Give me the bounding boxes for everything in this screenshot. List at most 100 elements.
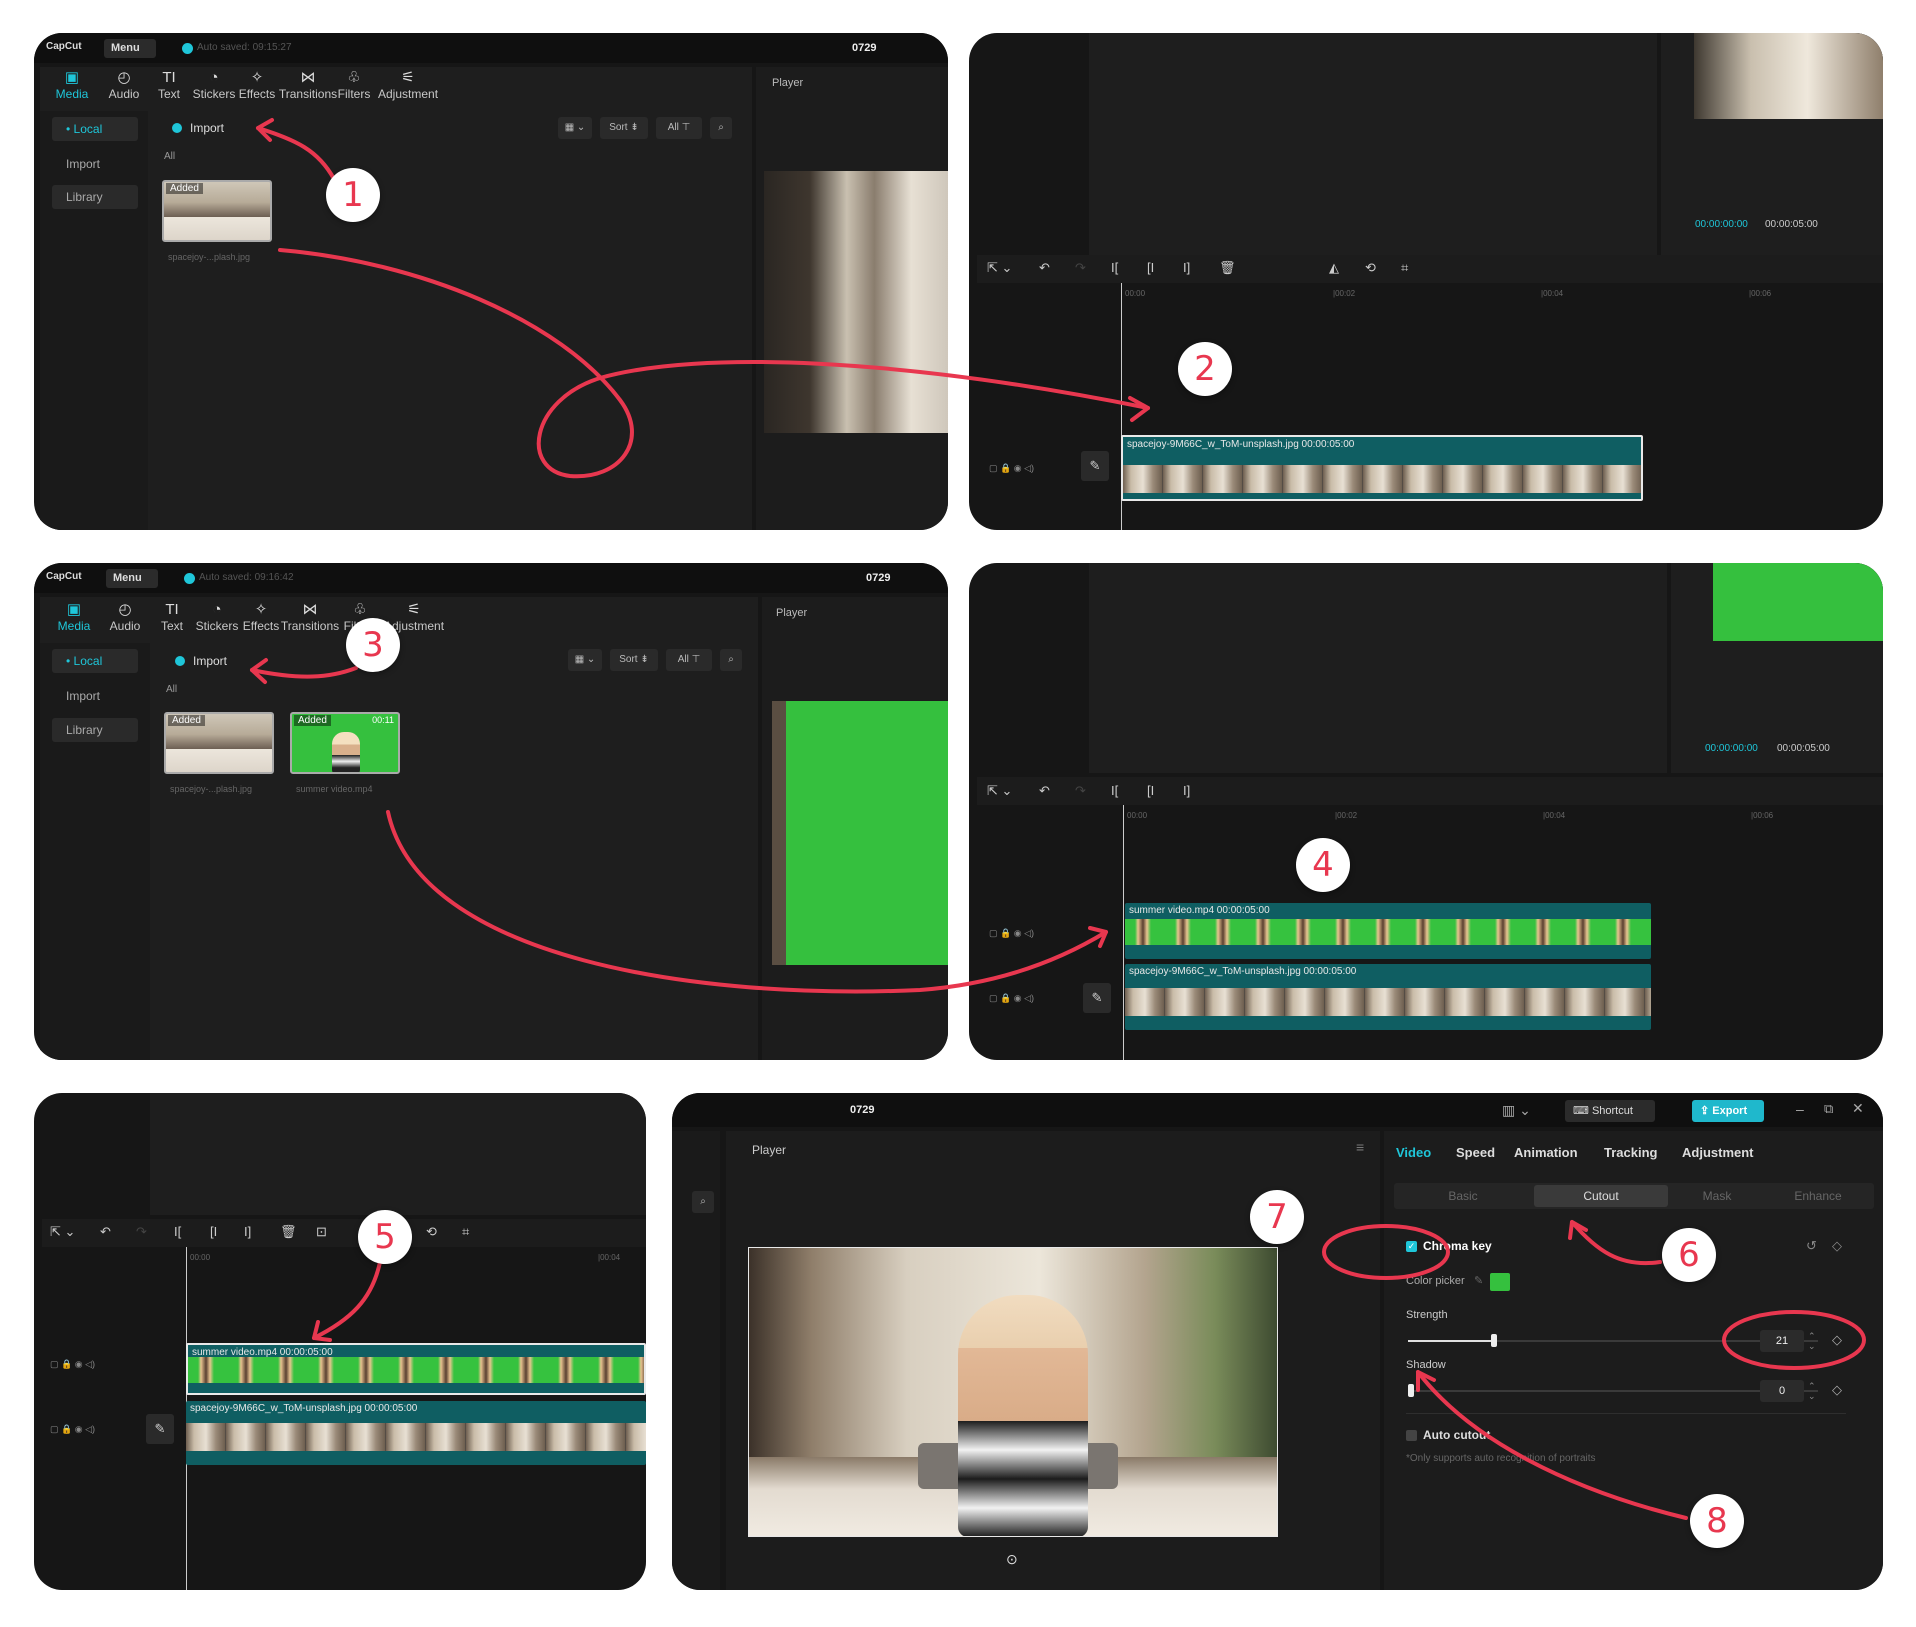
restore-icon[interactable]: ⧉ bbox=[1824, 1101, 1833, 1117]
minimize-icon[interactable]: – bbox=[1796, 1101, 1804, 1117]
chroma-keyframe-icon[interactable]: ◇ bbox=[1832, 1238, 1842, 1254]
color-swatch[interactable] bbox=[1490, 1273, 1510, 1291]
cover-button[interactable]: ✎ bbox=[146, 1414, 174, 1444]
subtab-cutout[interactable]: Cutout bbox=[1534, 1185, 1668, 1207]
crop-icon[interactable]: ⌗ bbox=[1401, 260, 1408, 276]
cover-button[interactable]: ✎ bbox=[1081, 451, 1109, 481]
split-right-icon[interactable]: I] bbox=[244, 1224, 251, 1239]
image-clip[interactable]: spacejoy-9M66C_w_ToM-unsplash.jpg 00:00:… bbox=[1125, 964, 1651, 1030]
shadow-slider-track[interactable] bbox=[1408, 1390, 1818, 1392]
image-track-controls[interactable]: ▢ 🔒 ◉ ◁) bbox=[50, 1424, 95, 1435]
undo-icon[interactable]: ↶ bbox=[1039, 783, 1050, 799]
rotate-icon[interactable]: ⟲ bbox=[1365, 260, 1376, 276]
delete-icon[interactable]: 🗑 bbox=[1219, 260, 1236, 276]
image-clip[interactable]: spacejoy-9M66C_w_ToM-unsplash.jpg 00:00:… bbox=[186, 1401, 646, 1465]
undo-icon[interactable]: ↶ bbox=[1039, 260, 1050, 276]
strength-keyframe-icon[interactable]: ◇ bbox=[1832, 1332, 1842, 1348]
filter-all[interactable]: All bbox=[166, 684, 177, 695]
layout-icon[interactable]: ▥ ⌄ bbox=[1502, 1102, 1531, 1119]
shadow-slider-handle[interactable] bbox=[1408, 1384, 1414, 1397]
redo-icon[interactable]: ↷ bbox=[1075, 260, 1086, 276]
strength-stepper[interactable]: ⌃ ⌄ bbox=[1808, 1331, 1816, 1351]
media-thumb-image[interactable]: Added bbox=[162, 180, 272, 242]
transform-frame[interactable] bbox=[748, 1247, 1278, 1537]
delete-icon[interactable]: 🗑 bbox=[280, 1224, 297, 1240]
sidebar-item-import[interactable]: Import bbox=[52, 152, 138, 176]
select-tool-icon[interactable]: ⇱ ⌄ bbox=[50, 1224, 75, 1240]
split-left-icon[interactable]: [I bbox=[1147, 260, 1154, 275]
mirror-icon[interactable]: ◭ bbox=[1329, 260, 1339, 276]
shadow-input[interactable]: 0 bbox=[1760, 1380, 1804, 1402]
search-icon[interactable]: ⌕ bbox=[720, 649, 742, 671]
redo-icon[interactable]: ↷ bbox=[136, 1224, 147, 1240]
chroma-reset-icon[interactable]: ↺ bbox=[1806, 1238, 1817, 1254]
view-toggle[interactable]: ▦ ⌄ bbox=[558, 117, 592, 139]
subtab-enhance[interactable]: Enhance bbox=[1768, 1185, 1868, 1207]
image-track-controls[interactable]: ▢ 🔒 ◉ ◁) bbox=[989, 993, 1034, 1004]
split-icon[interactable]: I[ bbox=[1111, 783, 1118, 798]
split-right-icon[interactable]: I] bbox=[1183, 260, 1190, 275]
import-button[interactable]: Import bbox=[190, 121, 224, 135]
freeze-icon[interactable]: ⊡ bbox=[316, 1224, 327, 1240]
search-icon[interactable]: ⌕ bbox=[710, 117, 732, 139]
split-icon[interactable]: I[ bbox=[174, 1224, 181, 1239]
split-left-icon[interactable]: [I bbox=[210, 1224, 217, 1239]
sort-button[interactable]: Sort ⇟ bbox=[600, 117, 648, 139]
select-tool-icon[interactable]: ⇱ ⌄ bbox=[987, 783, 1012, 799]
tab-filters[interactable]: ♧Filters bbox=[324, 69, 384, 101]
strength-input[interactable]: 21 bbox=[1760, 1330, 1804, 1352]
crop-icon[interactable]: ⌗ bbox=[462, 1224, 469, 1240]
tab-adjustment[interactable]: ⚟ Adjustment bbox=[378, 69, 438, 101]
auto-cutout-checkbox[interactable] bbox=[1406, 1430, 1417, 1441]
split-right-icon[interactable]: I] bbox=[1183, 783, 1190, 798]
sidebar-item-local[interactable]: • Local bbox=[52, 649, 138, 673]
export-button[interactable]: ⇪ Export bbox=[1692, 1100, 1764, 1122]
media-thumb-video[interactable]: Added 00:11 bbox=[290, 712, 400, 774]
select-tool-icon[interactable]: ⇱ ⌄ bbox=[987, 260, 1012, 276]
search-icon[interactable]: ⌕ bbox=[692, 1191, 714, 1213]
tab-animation[interactable]: Animation bbox=[1514, 1145, 1578, 1160]
filter-all[interactable]: All bbox=[164, 151, 175, 162]
video-track-controls[interactable]: ▢ 🔒 ◉ ◁) bbox=[989, 928, 1034, 939]
video-clip[interactable]: summer video.mp4 00:00:05:00 bbox=[1125, 903, 1651, 959]
eyedropper-icon[interactable]: ✎ bbox=[1474, 1274, 1483, 1287]
tab-video[interactable]: Video bbox=[1396, 1145, 1431, 1160]
media-thumb-image[interactable]: Added bbox=[164, 712, 274, 774]
strength-slider-handle[interactable] bbox=[1491, 1334, 1497, 1347]
undo-icon[interactable]: ↶ bbox=[100, 1224, 111, 1240]
all-filter-chip[interactable]: All ⊤ bbox=[656, 117, 702, 139]
view-toggle[interactable]: ▦ ⌄ bbox=[568, 649, 602, 671]
tab-speed[interactable]: Speed bbox=[1456, 1145, 1495, 1160]
sidebar-item-library[interactable]: Library bbox=[52, 185, 138, 209]
rotate-icon[interactable]: ⟲ bbox=[426, 1224, 437, 1240]
menu-button[interactable]: Menu bbox=[106, 569, 158, 588]
rotate-handle-icon[interactable]: ⊙ bbox=[1006, 1551, 1018, 1568]
cover-button[interactable]: ✎ bbox=[1083, 983, 1111, 1013]
import-button[interactable]: Import bbox=[193, 654, 227, 668]
video-clip[interactable]: summer video.mp4 00:00:05:00 bbox=[186, 1343, 646, 1395]
chroma-key-checkbox[interactable]: ✓ bbox=[1406, 1241, 1417, 1252]
close-icon[interactable]: ✕ bbox=[1852, 1100, 1864, 1117]
track-controls[interactable]: ▢ 🔒 ◉ ◁) bbox=[989, 463, 1034, 474]
subtab-basic[interactable]: Basic bbox=[1398, 1185, 1528, 1207]
all-filter-chip[interactable]: All ⊤ bbox=[666, 649, 712, 671]
subtab-mask[interactable]: Mask bbox=[1672, 1185, 1762, 1207]
tab-tracking[interactable]: Tracking bbox=[1604, 1145, 1657, 1160]
menu-button[interactable]: Menu bbox=[104, 39, 156, 58]
shortcut-button[interactable]: ⌨ Shortcut bbox=[1565, 1100, 1655, 1122]
split-icon[interactable]: I[ bbox=[1111, 260, 1118, 275]
tab-media[interactable]: ▣ Media bbox=[42, 69, 102, 101]
image-clip[interactable]: spacejoy-9M66C_w_ToM-unsplash.jpg 00:00:… bbox=[1121, 435, 1643, 501]
sort-button[interactable]: Sort ⇟ bbox=[610, 649, 658, 671]
redo-icon[interactable]: ↷ bbox=[1075, 783, 1086, 799]
tab-adjustment[interactable]: Adjustment bbox=[1682, 1145, 1754, 1160]
split-left-icon[interactable]: [I bbox=[1147, 783, 1154, 798]
sidebar-item-import[interactable]: Import bbox=[52, 684, 138, 708]
sidebar-item-local[interactable]: • Local bbox=[52, 117, 138, 141]
sidebar-item-library[interactable]: Library bbox=[52, 718, 138, 742]
shadow-stepper[interactable]: ⌃ ⌄ bbox=[1808, 1381, 1816, 1401]
video-track-controls[interactable]: ▢ 🔒 ◉ ◁) bbox=[50, 1359, 95, 1370]
shadow-keyframe-icon[interactable]: ◇ bbox=[1832, 1382, 1842, 1398]
playhead[interactable] bbox=[1123, 805, 1124, 1060]
player-menu-icon[interactable]: ≡ bbox=[1356, 1139, 1364, 1155]
